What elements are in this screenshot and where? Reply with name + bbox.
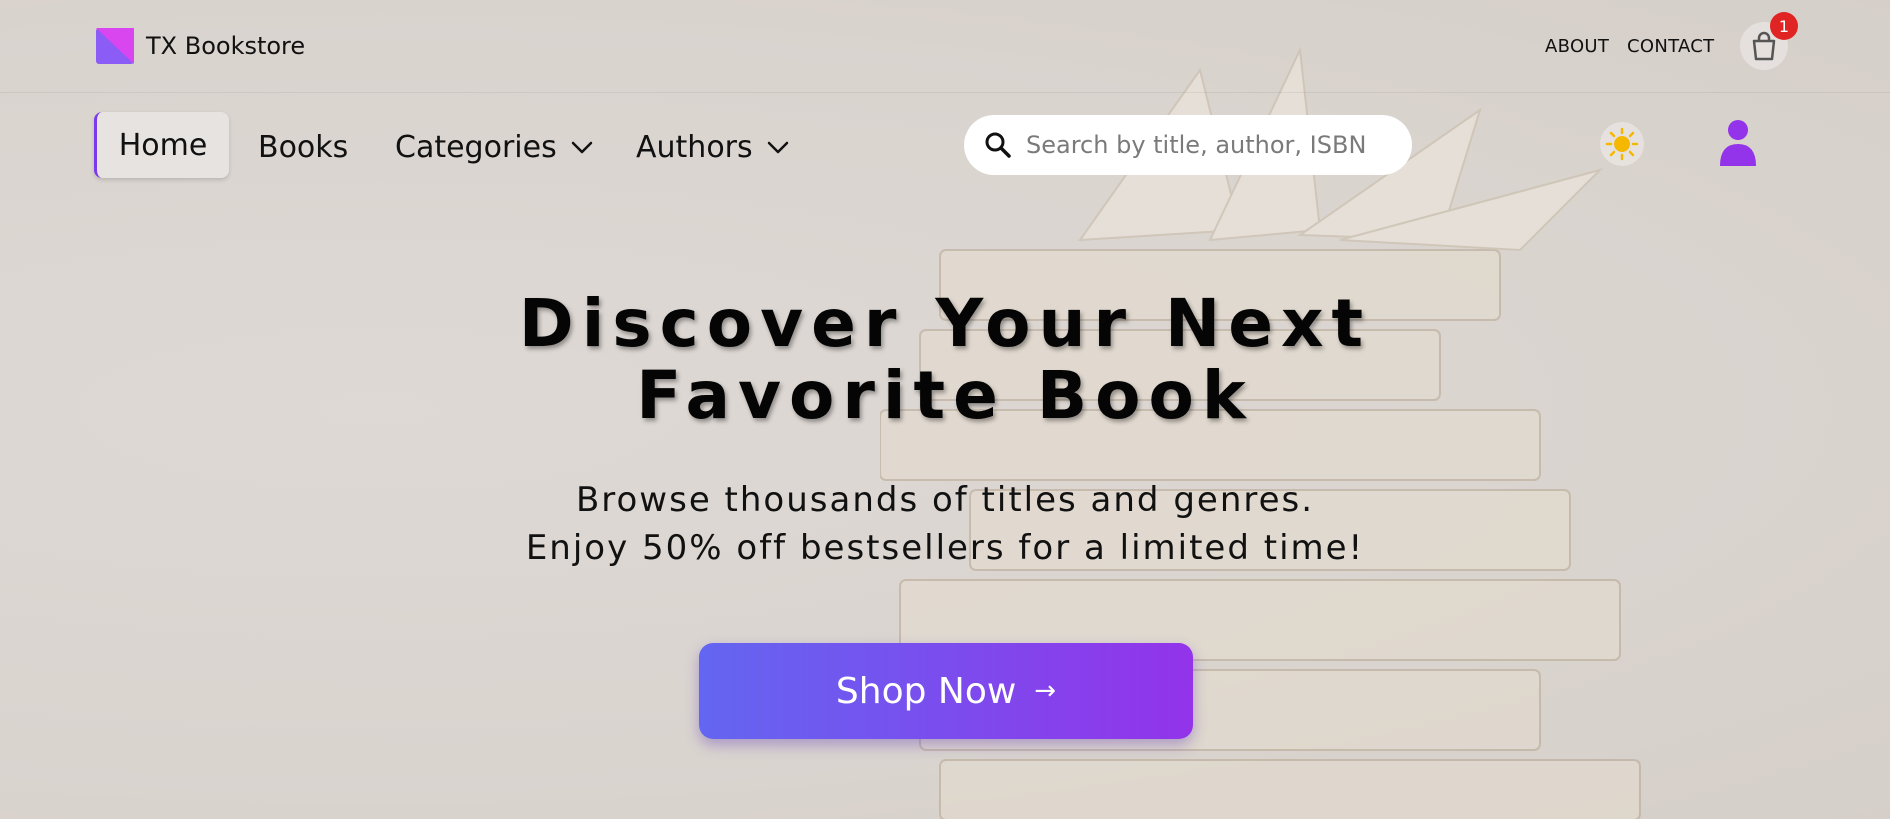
shop-now-button[interactable]: Shop Now → [699, 643, 1193, 739]
sun-icon [1605, 127, 1639, 161]
user-icon[interactable] [1716, 118, 1760, 168]
hero-title-line2: Favorite Book [636, 357, 1254, 434]
chevron-down-icon [767, 141, 788, 153]
hero-title: Discover Your Next Favorite Book [0, 288, 1890, 432]
nav-books[interactable]: Books [258, 130, 348, 165]
hero-subtitle-line1: Browse thousands of titles and genres. [575, 480, 1315, 520]
main-nav: Home Books Categories Authors [0, 92, 1890, 212]
theme-toggle-button[interactable] [1600, 122, 1644, 166]
search-icon [985, 132, 1011, 158]
brand-name[interactable]: TX Bookstore [146, 32, 305, 60]
hero-title-line1: Discover Your Next [518, 285, 1372, 362]
nav-authors-dropdown[interactable]: Authors [636, 130, 789, 165]
nav-categories-dropdown[interactable]: Categories [395, 130, 593, 165]
logo-icon[interactable] [96, 28, 134, 64]
search-input[interactable] [1024, 130, 1368, 160]
hero-subtitle-line2: Enjoy 50% off bestsellers for a limited … [525, 528, 1365, 568]
top-bar: TX Bookstore ABOUT CONTACT 1 [0, 0, 1890, 93]
search-bar[interactable] [964, 115, 1412, 175]
shop-now-label: Shop Now [835, 670, 1017, 712]
arrow-right-icon: → [1034, 676, 1057, 706]
nav-home[interactable]: Home [94, 112, 229, 178]
contact-link[interactable]: CONTACT [1627, 36, 1714, 57]
about-link[interactable]: ABOUT [1545, 36, 1609, 57]
hero-subtitle: Browse thousands of titles and genres. E… [0, 476, 1890, 572]
nav-books-label: Books [258, 130, 349, 165]
nav-authors-label: Authors [636, 130, 753, 165]
cart-count-badge: 1 [1770, 12, 1798, 40]
nav-categories-label: Categories [395, 130, 557, 165]
chevron-down-icon [571, 141, 592, 153]
